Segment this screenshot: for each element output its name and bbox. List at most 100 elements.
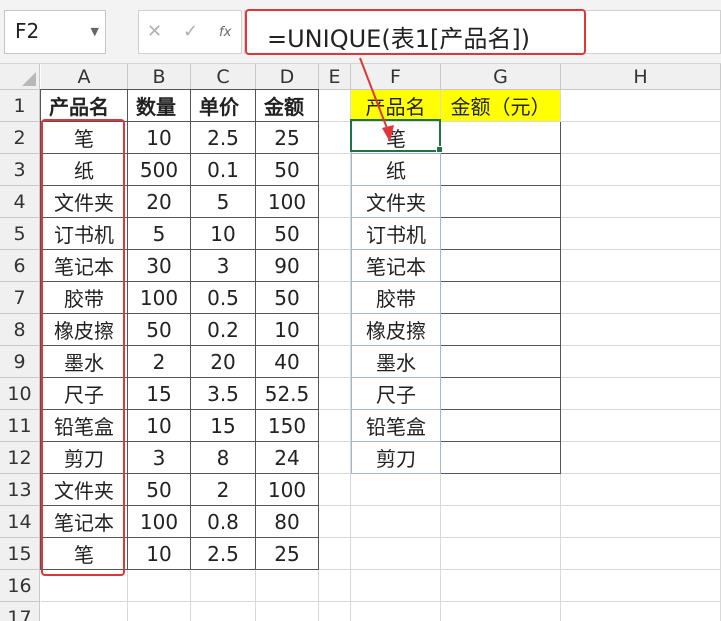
grid-cell[interactable] [319, 282, 351, 314]
summary-amount-cell[interactable] [441, 282, 561, 314]
column-header[interactable]: H [561, 64, 721, 90]
table-cell[interactable]: 50 [127, 473, 191, 506]
table-cell[interactable]: 100 [127, 505, 191, 538]
column-header[interactable]: C [191, 64, 256, 90]
table-cell[interactable]: 52.5 [255, 377, 319, 410]
table-cell[interactable]: 2 [127, 345, 191, 378]
row-header[interactable]: 1 [0, 90, 40, 122]
column-header[interactable]: F [351, 64, 441, 90]
table-cell[interactable]: 30 [127, 249, 191, 282]
row-header[interactable]: 15 [0, 538, 40, 570]
summary-amount-cell[interactable] [441, 186, 561, 218]
grid-cell[interactable] [351, 602, 441, 621]
summary-amount-cell[interactable] [441, 154, 561, 186]
grid-cell[interactable] [561, 410, 721, 442]
grid-cell[interactable] [319, 442, 351, 474]
grid-cell[interactable] [561, 474, 721, 506]
grid-cell[interactable] [561, 154, 721, 186]
row-header[interactable]: 10 [0, 378, 40, 410]
grid-cell[interactable] [191, 570, 256, 602]
summary-product-cell[interactable]: 订书机 [351, 218, 441, 250]
table-cell[interactable]: 0.2 [190, 313, 256, 346]
grid-cell[interactable] [441, 474, 561, 506]
worksheet-grid[interactable]: A B C D E F G H 1 2 3 4 5 6 7 8 9 10 11 12 13 14 15 16 17 产品名 数量 单价… [0, 64, 721, 621]
summary-product-cell[interactable]: 墨水 [351, 346, 441, 378]
row-header[interactable]: 2 [0, 122, 40, 154]
row-header[interactable]: 9 [0, 346, 40, 378]
summary-amount-cell[interactable] [441, 314, 561, 346]
row-header[interactable]: 14 [0, 506, 40, 538]
grid-cell[interactable] [319, 570, 351, 602]
grid-cell[interactable] [561, 506, 721, 538]
table-cell[interactable]: 50 [255, 217, 319, 250]
grid-cell[interactable] [128, 602, 191, 621]
table-cell[interactable]: 15 [127, 377, 191, 410]
grid-cell[interactable] [561, 122, 721, 154]
table-cell[interactable]: 2.5 [190, 121, 256, 154]
grid-cell[interactable] [319, 506, 351, 538]
table-cell[interactable]: 25 [255, 121, 319, 154]
grid-cell[interactable] [561, 218, 721, 250]
summary-product-cell[interactable]: 胶带 [351, 282, 441, 314]
table-header-cell[interactable]: 数量 [127, 89, 191, 122]
table-cell[interactable]: 2 [190, 473, 256, 506]
grid-cell[interactable] [41, 602, 128, 621]
grid-cell[interactable] [561, 186, 721, 218]
summary-product-cell[interactable]: 尺子 [351, 378, 441, 410]
grid-cell[interactable] [561, 442, 721, 474]
grid-cell[interactable] [319, 154, 351, 186]
grid-cell[interactable] [561, 570, 721, 602]
table-cell[interactable]: 0.1 [190, 153, 256, 186]
column-header[interactable]: E [319, 64, 351, 90]
grid-cell[interactable] [319, 250, 351, 282]
grid-cell[interactable] [319, 90, 351, 122]
table-header-cell[interactable]: 产品名 [40, 89, 128, 122]
cancel-icon[interactable]: ✕ [147, 21, 162, 42]
grid-cell[interactable] [441, 506, 561, 538]
row-header[interactable]: 17 [0, 602, 40, 621]
grid-cell[interactable] [561, 602, 721, 621]
grid-cell[interactable] [561, 346, 721, 378]
grid-cell[interactable] [319, 602, 351, 621]
fill-handle[interactable] [436, 146, 443, 153]
table-cell[interactable]: 3.5 [190, 377, 256, 410]
row-header[interactable]: 8 [0, 314, 40, 346]
column-header[interactable]: A [41, 64, 128, 90]
grid-cell[interactable] [351, 506, 441, 538]
column-header[interactable]: G [441, 64, 561, 90]
table-header-cell[interactable]: 单价 [190, 89, 256, 122]
grid-cell[interactable] [351, 538, 441, 570]
table-cell[interactable]: 5 [190, 185, 256, 218]
table-cell[interactable]: 50 [255, 153, 319, 186]
grid-cell[interactable] [319, 122, 351, 154]
row-header[interactable]: 3 [0, 154, 40, 186]
table-cell[interactable]: 10 [127, 409, 191, 442]
summary-product-cell[interactable]: 铅笔盒 [351, 410, 441, 442]
grid-cell[interactable] [351, 570, 441, 602]
row-header[interactable]: 16 [0, 570, 40, 602]
grid-cell[interactable] [351, 474, 441, 506]
table-cell[interactable]: 5 [127, 217, 191, 250]
grid-cell[interactable] [441, 538, 561, 570]
grid-cell[interactable] [561, 314, 721, 346]
grid-cell[interactable] [561, 378, 721, 410]
table-cell[interactable]: 24 [255, 441, 319, 474]
summary-product-cell[interactable]: 文件夹 [351, 186, 441, 218]
table-cell[interactable]: 40 [255, 345, 319, 378]
table-cell[interactable]: 10 [127, 537, 191, 570]
table-cell[interactable]: 25 [255, 537, 319, 570]
grid-cell[interactable] [561, 538, 721, 570]
grid-cell[interactable] [128, 570, 191, 602]
row-header[interactable]: 4 [0, 186, 40, 218]
column-header[interactable]: B [128, 64, 191, 90]
column-header[interactable]: D [256, 64, 319, 90]
table-cell[interactable]: 100 [255, 185, 319, 218]
grid-cell[interactable] [441, 570, 561, 602]
grid-cell[interactable] [319, 378, 351, 410]
select-all-corner[interactable] [0, 64, 40, 90]
summary-product-cell[interactable]: 剪刀 [351, 442, 441, 474]
grid-cell[interactable] [441, 602, 561, 621]
table-cell[interactable]: 150 [255, 409, 319, 442]
summary-product-cell[interactable]: 纸 [351, 154, 441, 186]
grid-cell[interactable] [319, 346, 351, 378]
